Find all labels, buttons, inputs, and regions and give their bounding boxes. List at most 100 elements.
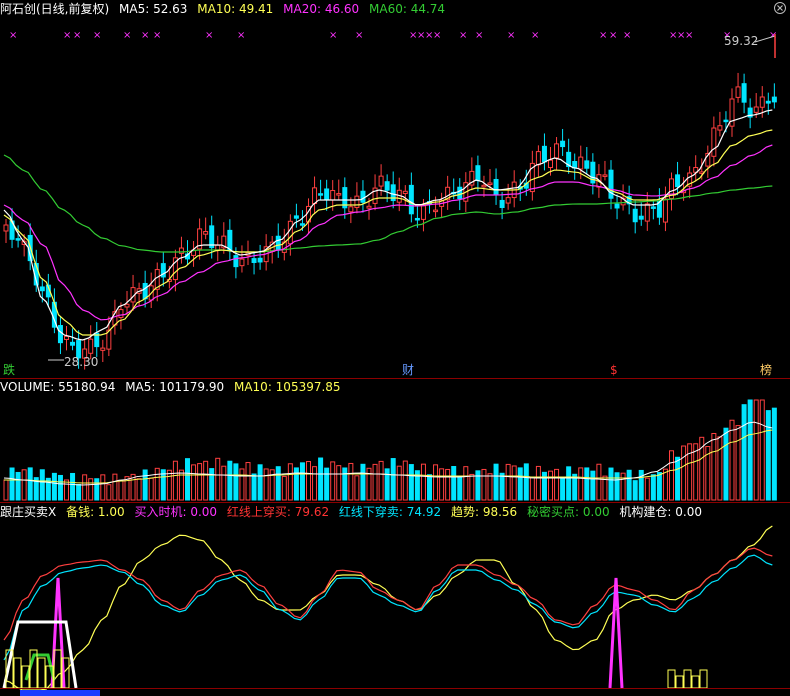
buy-time-readout: 买入时机: 0.00	[134, 505, 218, 519]
volume-readout: VOLUME: 55180.94	[0, 380, 116, 394]
volume-ma10-readout: MA10: 105397.85	[233, 380, 341, 394]
volume-bar	[257, 464, 263, 501]
volume-bar	[523, 463, 529, 501]
panel-divider	[0, 502, 790, 503]
volume-bar	[711, 432, 717, 501]
secret-buy-readout: 秘密买点: 0.00	[527, 505, 610, 519]
axis-line	[0, 688, 790, 689]
volume-bar	[354, 475, 360, 501]
volume-bar	[408, 464, 414, 501]
volume-bar	[348, 462, 354, 501]
volume-bar	[94, 478, 100, 501]
volume-bar	[463, 466, 469, 501]
volume-bar	[330, 461, 336, 501]
volume-bar	[233, 463, 239, 501]
volume-bar	[433, 464, 439, 501]
volume-bar	[402, 460, 408, 501]
volume-bar	[118, 480, 124, 501]
volume-bar	[554, 468, 560, 501]
volume-bar	[396, 465, 402, 501]
volume-bar	[299, 462, 305, 501]
volume-bar	[753, 399, 759, 501]
volume-bar	[372, 463, 378, 501]
volume-bar	[100, 474, 106, 501]
volume-bar	[51, 472, 57, 501]
volume-bar	[632, 480, 638, 501]
volume-bar	[172, 460, 178, 501]
volume-bar	[475, 470, 481, 501]
volume-bar	[626, 469, 632, 501]
volume-bar	[681, 445, 687, 501]
volume-bar	[263, 468, 269, 501]
volume-bar	[191, 464, 197, 501]
volume-bar	[741, 404, 747, 501]
indicator-header: 跟庄买卖X 备钱: 1.00 买入时机: 0.00 红线上穿买: 79.62 红…	[0, 505, 708, 519]
volume-bar	[136, 478, 142, 501]
volume-bar	[469, 473, 475, 501]
volume-bar	[360, 463, 366, 501]
backup-bar	[37, 657, 46, 689]
volume-bar	[723, 427, 729, 501]
volume-bar	[644, 477, 650, 501]
volume-bar	[535, 465, 541, 501]
volume-bar	[487, 473, 493, 501]
volume-bar	[578, 467, 584, 501]
volume-bar	[445, 468, 451, 501]
volume-bar	[457, 476, 463, 501]
volume-bar	[57, 474, 63, 501]
volume-bar	[209, 468, 215, 501]
volume-bar	[548, 470, 553, 501]
red-signal-line	[3, 547, 773, 641]
red-cross-down-readout: 红线下穿卖: 74.92	[338, 505, 442, 519]
volume-bar	[765, 410, 771, 501]
volume-bar	[771, 407, 777, 501]
volume-bar	[21, 469, 27, 501]
volume-bar	[584, 467, 590, 501]
volume-bar	[15, 471, 21, 501]
volume-bar	[112, 473, 118, 501]
volume-bar	[215, 457, 221, 501]
volume-bar	[517, 467, 523, 501]
trend-readout: 趋势: 98.56	[450, 505, 518, 519]
volume-bar	[420, 463, 426, 501]
volume-bar	[499, 472, 505, 501]
volume-bar	[154, 467, 160, 501]
volume-bar	[669, 450, 674, 501]
volume-bar	[662, 468, 668, 501]
volume-chart[interactable]	[0, 0, 790, 696]
volume-bar	[687, 443, 693, 501]
volume-bar	[166, 469, 172, 501]
volume-bar	[275, 466, 281, 501]
volume-bar	[608, 467, 614, 501]
indicator-name[interactable]: 跟庄买卖X	[0, 505, 56, 519]
volume-bar	[251, 473, 257, 501]
volume-bar	[306, 461, 311, 501]
volume-bar	[650, 474, 656, 501]
cyan-signal-line	[3, 554, 773, 661]
volume-bar	[70, 472, 76, 501]
volume-bar	[596, 463, 602, 501]
volume-bar	[566, 466, 572, 501]
volume-bar	[312, 466, 318, 501]
volume-bar	[106, 484, 112, 501]
volume-bar	[541, 471, 547, 501]
volume-bar	[324, 467, 330, 501]
volume-bar	[142, 469, 148, 501]
backup-bar	[667, 669, 676, 689]
date-cursor	[20, 690, 100, 696]
volume-bar	[620, 472, 626, 501]
volume-ma5-readout: MA5: 101179.90	[125, 380, 225, 394]
backup-bar	[691, 675, 700, 689]
volume-bar	[451, 466, 457, 501]
volume-bar	[378, 460, 384, 501]
backup-bar	[699, 669, 708, 689]
volume-bar	[439, 468, 445, 501]
volume-bar	[336, 465, 342, 501]
volume-bar	[614, 472, 620, 501]
inst-build-readout: 机构建仓: 0.00	[619, 505, 702, 519]
volume-bar	[729, 419, 735, 501]
volume-bar	[560, 476, 566, 501]
volume-header: VOLUME: 55180.94 MA5: 101179.90 MA10: 10…	[0, 380, 347, 394]
volume-bar	[221, 465, 227, 501]
volume-bar	[384, 468, 390, 501]
